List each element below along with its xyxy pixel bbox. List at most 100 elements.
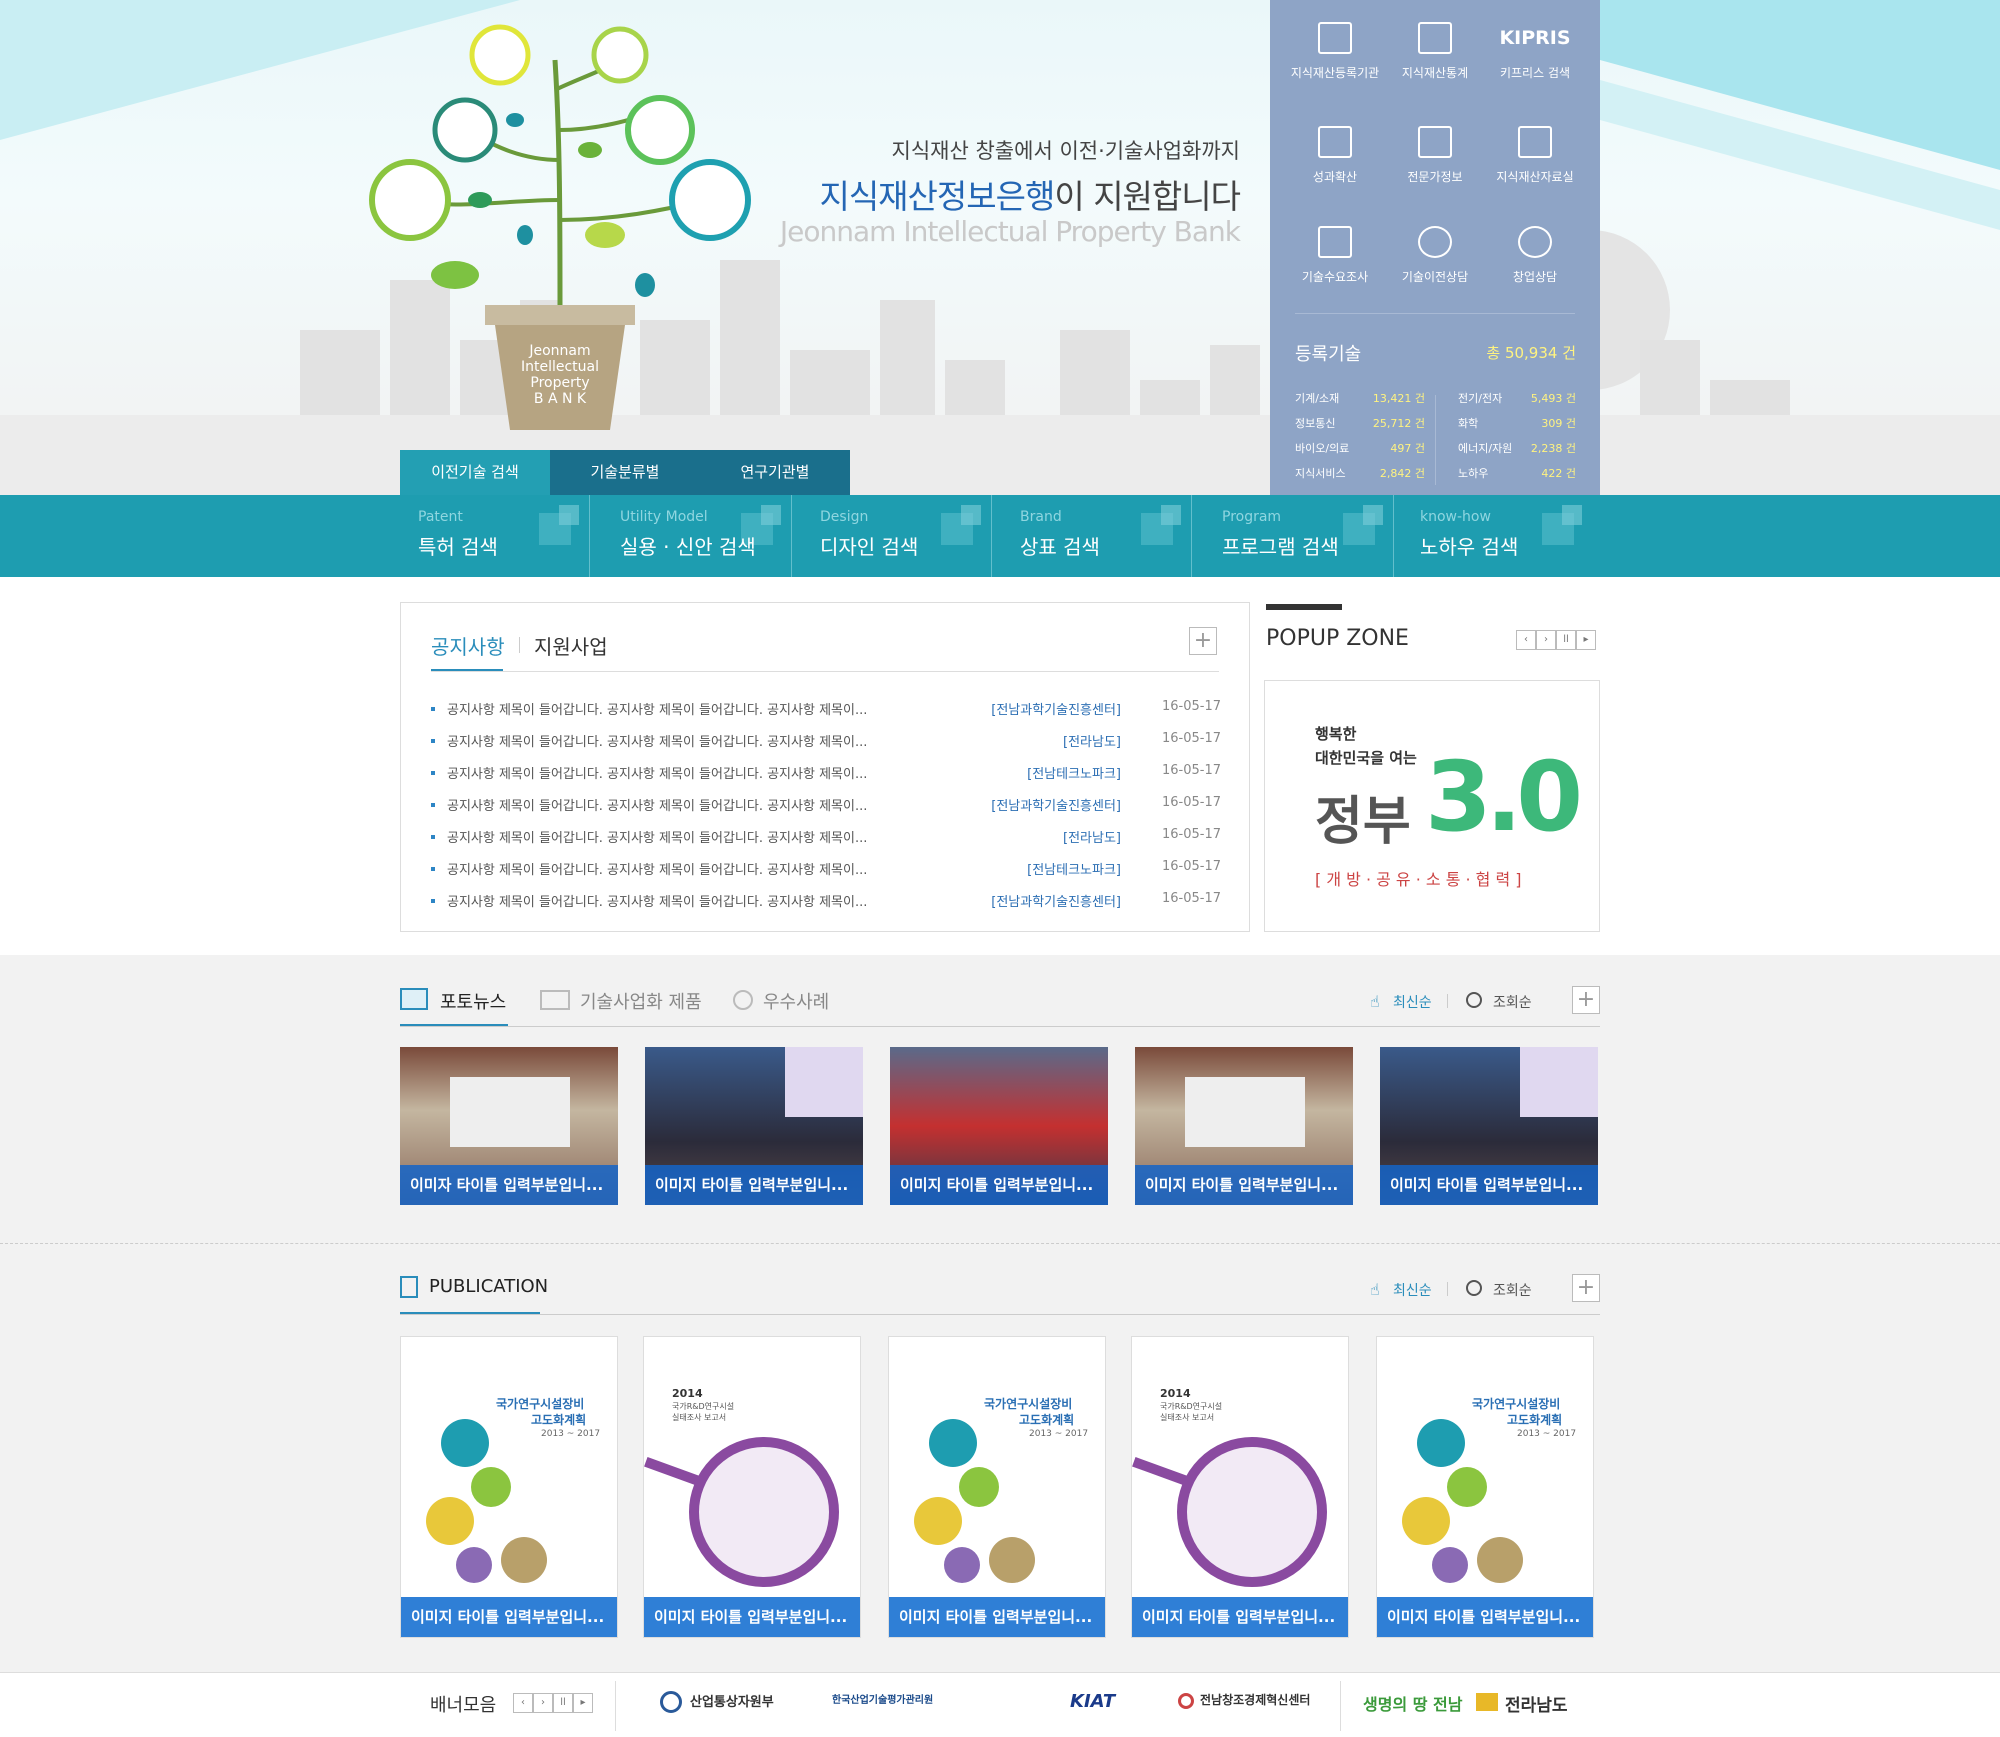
utility-model-search-button[interactable]: Utility Model 실용 · 신안 검색 [602, 495, 792, 577]
registered-row[interactable]: 기계/소재 13,421 건 [1295, 390, 1425, 406]
notice-board: 공지사항 지원사업 + 공지사항 제목이 들어갑니다. 공지사항 제목이 들어갑… [400, 602, 1250, 932]
tab-best-practices[interactable]: 우수사례 [763, 988, 829, 1014]
svg-text:Intellectual: Intellectual [521, 359, 599, 375]
quick-link-results[interactable]: 성과확산 [1285, 126, 1385, 185]
banner-next-button[interactable]: › [533, 1693, 553, 1713]
notice-row[interactable]: 공지사항 제목이 들어갑니다. 공지사항 제목이 들어갑니다. 공지사항 제목이… [431, 859, 1221, 879]
registered-row[interactable]: 바이오/의료 497 건 [1295, 440, 1425, 456]
ministry-emblem-icon [660, 1691, 682, 1713]
popup-pause-button[interactable]: ll [1556, 630, 1576, 650]
photo-news-more-button[interactable]: + [1572, 986, 1600, 1014]
notice-row[interactable]: 공지사항 제목이 들어갑니다. 공지사항 제목이 들어갑니다. 공지사항 제목이… [431, 731, 1221, 751]
banner-play-button[interactable]: ▸ [573, 1693, 593, 1713]
hero-headline-highlight: 지식재산정보은행 [819, 177, 1055, 216]
hero-headline: 지식재산정보은행이 지원합니다 [770, 170, 1241, 218]
tab-transfer-tech-search[interactable]: 이전기술 검색 [400, 450, 550, 495]
knowhow-search-button[interactable]: know-how 노하우 검색 [1402, 495, 1592, 577]
design-search-button[interactable]: Design 디자인 검색 [802, 495, 992, 577]
popup-banner[interactable]: 행복한 대한민국을 여는 정부 3.0 [ 개 방 · 공 유 · 소 통 · … [1264, 680, 1600, 932]
clock-icon [1466, 1280, 1482, 1296]
registered-row[interactable]: 노하우 422 건 [1458, 465, 1576, 481]
registered-row[interactable]: 에너지/자원 2,238 건 [1458, 440, 1576, 456]
banner-prev-button[interactable]: ‹ [513, 1693, 533, 1713]
brand-search-button[interactable]: Brand 상표 검색 [1002, 495, 1192, 577]
jeonnam-logo-icon [1476, 1693, 1498, 1711]
publication-card[interactable]: 국가연구시설장비 고도화계획 2013 ~ 2017 이미지 타이틀 입력부분입… [888, 1336, 1106, 1638]
quick-link-kipris[interactable]: KIPRIS 키프리스 검색 [1485, 22, 1585, 81]
tab-commercialized-products[interactable]: 기술사업화 제품 [580, 988, 702, 1014]
sort-latest-button[interactable]: 최신순 [1393, 992, 1432, 1012]
popup-next-button[interactable]: › [1536, 630, 1556, 650]
book-icon [400, 1276, 418, 1298]
notice-row[interactable]: 공지사항 제목이 들어갑니다. 공지사항 제목이 들어갑니다. 공지사항 제목이… [431, 699, 1221, 719]
tab-notices[interactable]: 공지사항 [431, 631, 505, 660]
notice-row[interactable]: 공지사항 제목이 들어갑니다. 공지사항 제목이 들어갑니다. 공지사항 제목이… [431, 763, 1221, 783]
photo-news-card[interactable]: 이미자 타이틀 입력부분입니... [400, 1047, 618, 1205]
quick-link-startup-consult[interactable]: 창업상담 [1485, 226, 1585, 285]
notice-row[interactable]: 공지사항 제목이 들어갑니다. 공지사항 제목이 들어갑니다. 공지사항 제목이… [431, 827, 1221, 847]
banner-motie[interactable]: 산업통상자원부 [690, 1691, 774, 1710]
clock-icon [1466, 992, 1482, 1008]
tab-by-tech-category[interactable]: 기술분류별 [550, 450, 700, 495]
registered-row[interactable]: 지식서비스 2,842 건 [1295, 465, 1425, 481]
registered-tech-title: 등록기술 [1295, 344, 1362, 365]
medal-icon [733, 990, 753, 1010]
popup-zone-title: POPUP ZONE [1266, 626, 1409, 651]
quick-link-library[interactable]: 지식재산자료실 [1485, 126, 1585, 185]
photo-news-card[interactable]: 이미지 타이틀 입력부분입니... [645, 1047, 863, 1205]
banner-creative-economy-center[interactable]: 전남창조경제혁신센터 [1200, 1691, 1310, 1708]
svg-text:B A N K: B A N K [534, 391, 587, 407]
notice-row[interactable]: 공지사항 제목이 들어갑니다. 공지사항 제목이 들어갑니다. 공지사항 제목이… [431, 891, 1221, 911]
sort-views-button[interactable]: 조회순 [1493, 1280, 1532, 1300]
banner-strip-label: 배너모음 [430, 1695, 497, 1716]
photo-news-card[interactable]: 이미지 타이틀 입력부분입니... [890, 1047, 1108, 1205]
tab-support-projects[interactable]: 지원사업 [534, 631, 608, 660]
registered-row[interactable]: 정보통신 25,712 건 [1295, 415, 1425, 431]
banner-keit[interactable]: 한국산업기술평가관리원 [832, 1691, 933, 1706]
building-icon [1318, 22, 1352, 54]
publication-card[interactable]: 국가연구시설장비 고도화계획 2013 ~ 2017 이미지 타이틀 입력부분입… [400, 1336, 618, 1638]
columns-icon [1318, 126, 1352, 158]
banner-pause-button[interactable]: ll [553, 1693, 573, 1713]
hand-pointer-icon: ☝ [1370, 992, 1380, 1011]
hero-english-title: Jeonnam Intellectual Property Bank [779, 215, 1241, 248]
document-icon [1518, 126, 1552, 158]
popup-play-button[interactable]: ▸ [1576, 630, 1596, 650]
chat-bubble-icon [1418, 226, 1452, 258]
center-emblem-icon [1178, 1693, 1194, 1709]
chat-bubbles-icon [1518, 226, 1552, 258]
monitor-chart-icon [1418, 22, 1452, 54]
registered-tech-total: 총 50,934 건 [1486, 344, 1576, 362]
banner-jeonnam-slogan[interactable]: 생명의 땅 전남 [1363, 1691, 1462, 1715]
quick-link-survey[interactable]: 기술수요조사 [1285, 226, 1385, 285]
patent-search-button[interactable]: Patent 특허 검색 [400, 495, 590, 577]
publication-card[interactable]: 국가연구시설장비 고도화계획 2013 ~ 2017 이미지 타이틀 입력부분입… [1376, 1336, 1594, 1638]
registered-row[interactable]: 화학 309 건 [1458, 415, 1576, 431]
section-divider [0, 1243, 2000, 1244]
quick-link-experts[interactable]: 전문가정보 [1385, 126, 1485, 185]
photo-news-header: 포토뉴스 기술사업화 제품 우수사례 ☝ 최신순 조회순 + [400, 982, 1600, 1027]
publication-card[interactable]: 2014 국가R&D연구시설 실태조사 보고서 이미지 타이틀 입력부분입니..… [1131, 1336, 1349, 1638]
publication-card[interactable]: 2014 국가R&D연구시설 실태조사 보고서 이미지 타이틀 입력부분입니..… [643, 1336, 861, 1638]
registered-row[interactable]: 전기/전자 5,493 건 [1458, 390, 1576, 406]
popup-prev-button[interactable]: ‹ [1516, 630, 1536, 650]
publication-more-button[interactable]: + [1572, 1274, 1600, 1302]
svg-text:Jeonnam: Jeonnam [528, 343, 590, 359]
tab-photo-news[interactable]: 포토뉴스 [440, 988, 506, 1014]
quick-link-transfer-consult[interactable]: 기술이전상담 [1385, 226, 1485, 285]
photo-news-card[interactable]: 이미지 타이틀 입력부분입니... [1135, 1047, 1353, 1205]
photo-news-card[interactable]: 이미지 타이틀 입력부분입니... [1380, 1047, 1598, 1205]
id-card-icon [1418, 126, 1452, 158]
program-search-button[interactable]: Program 프로그램 검색 [1204, 495, 1394, 577]
banner-kiat[interactable]: KIAT [1070, 1691, 1115, 1712]
notice-row[interactable]: 공지사항 제목이 들어갑니다. 공지사항 제목이 들어갑니다. 공지사항 제목이… [431, 795, 1221, 815]
sort-latest-button[interactable]: 최신순 [1393, 1280, 1432, 1300]
search-category-bar: Patent 특허 검색 Utility Model 실용 · 신안 검색 Desi… [0, 495, 2000, 577]
quick-link-statistics[interactable]: 지식재산통계 [1385, 22, 1485, 81]
tree-illustration: Jeonnam Intellectual Property B A N K [369, 24, 751, 430]
tab-by-research-institute[interactable]: 연구기관별 [700, 450, 850, 495]
notice-more-button[interactable]: + [1189, 627, 1217, 655]
banner-jeollanamdo[interactable]: 전라남도 [1505, 1691, 1568, 1716]
quick-link-registration[interactable]: 지식재산등록기관 [1285, 22, 1385, 81]
sort-views-button[interactable]: 조회순 [1493, 992, 1532, 1012]
